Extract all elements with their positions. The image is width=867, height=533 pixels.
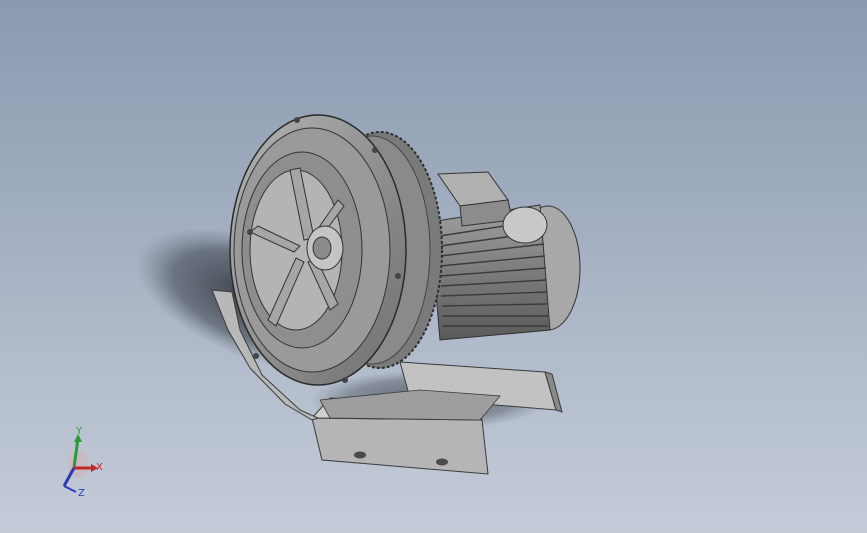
motor-end-cap [502,206,548,244]
z-axis-icon [62,467,76,487]
blower-housing[interactable] [229,114,407,386]
y-axis-label: Y [75,426,83,437]
mount-hole-icon [436,458,448,466]
z-axis-label: Z [78,488,85,499]
view-triad[interactable]: Y X Z [52,422,112,502]
graphics-viewport[interactable]: Y X Z [0,0,867,533]
motor-body[interactable] [429,171,581,341]
x-axis-label: X [96,462,103,473]
mount-hole-icon [354,451,366,459]
blower-model[interactable] [0,0,867,533]
